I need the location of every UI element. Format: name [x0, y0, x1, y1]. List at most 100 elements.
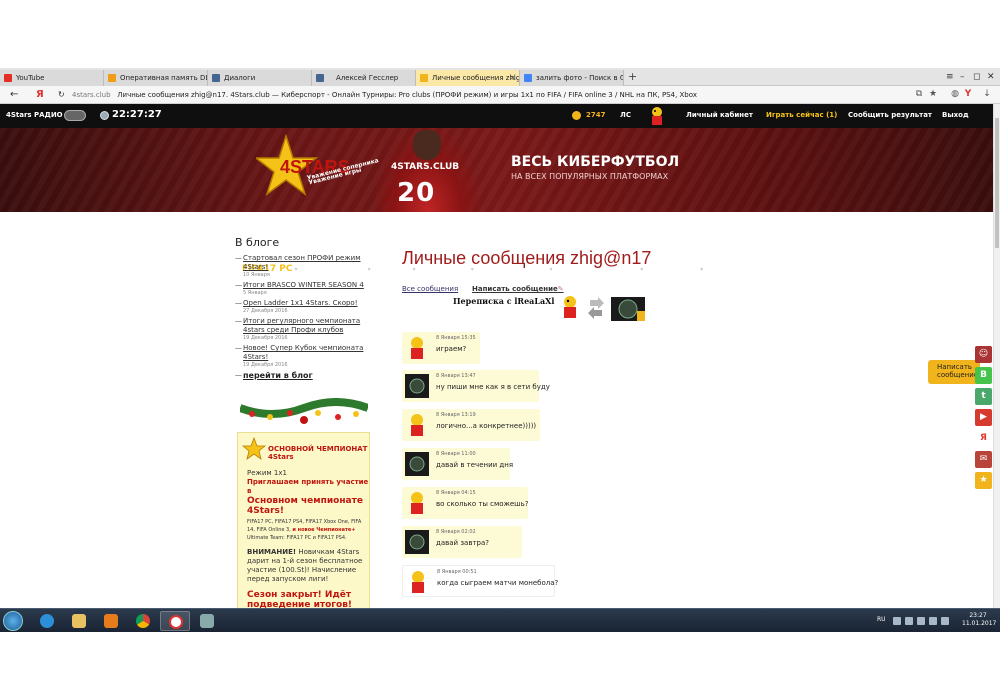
blog-post-link[interactable]: Итоги BRASCO WINTER SEASON 4 [243, 281, 365, 290]
new-tab-button[interactable]: + [628, 70, 637, 84]
message-time: 8 Января 02:02 [436, 529, 476, 535]
yandex-browser-icon[interactable]: Y [963, 89, 973, 99]
url-field[interactable]: 4stars.club Личные сообщения zhig@n17. 4… [72, 89, 697, 101]
folder-icon [72, 614, 86, 628]
go-to-blog-link[interactable]: перейти в блог [243, 371, 365, 380]
close-tab-icon[interactable]: × [509, 70, 516, 86]
reload-icon[interactable]: ↻ [58, 88, 65, 102]
radio-toggle[interactable] [64, 110, 86, 121]
bookmark-icon[interactable]: ★ [928, 89, 938, 99]
season-closed-text: Сезон закрыт! Идёт подведение итогов! [247, 590, 352, 610]
tab-label: Диалоги [224, 74, 256, 82]
tab-ram[interactable]: Оперативная память DDR3 [104, 70, 208, 86]
sender-avatar[interactable] [405, 373, 429, 399]
christmas-garland-image [240, 398, 368, 424]
taskbar-ie[interactable] [32, 611, 62, 631]
logout-link[interactable]: Выход [942, 111, 969, 119]
yandex-icon[interactable]: Я [36, 88, 44, 102]
maximize-icon[interactable]: ◻ [973, 70, 980, 84]
play-now-link[interactable]: Играть сейчас (1) [766, 111, 837, 119]
recipient-avatar[interactable] [611, 297, 645, 321]
cabinet-link[interactable]: Личный кабинет [686, 111, 753, 119]
sender-avatar[interactable] [405, 451, 429, 477]
menu-tournaments[interactable]: Турниры+ ▾ [645, 264, 703, 274]
tab-dialogs[interactable]: Диалоги [208, 70, 312, 86]
user-avatar[interactable] [647, 106, 667, 126]
minimize-icon[interactable]: – [960, 70, 965, 84]
platforms-text: FIFA17 PC, FIFA17 PS4, FIFA17 Xbox One, … [247, 519, 362, 541]
taskbar-yandex[interactable] [160, 611, 190, 631]
message-text: играем? [436, 345, 467, 353]
blog-post-date: 5 Января [243, 290, 267, 296]
tray-icon[interactable] [917, 617, 925, 625]
tab-label: Личные сообщения zhig [432, 74, 520, 82]
page-scrollbar[interactable] [993, 104, 1000, 632]
close-window-icon[interactable]: ✕ [987, 70, 995, 84]
volume-icon[interactable] [929, 617, 937, 625]
pm-link[interactable]: ЛС [620, 111, 631, 119]
menu-icon[interactable]: ≡ [946, 70, 954, 84]
youtube-favicon-icon [4, 74, 12, 82]
tray-icon[interactable] [893, 617, 901, 625]
invite-big-text[interactable]: Основном чемпионате 4Stars! [247, 496, 369, 516]
taskbar-app[interactable] [192, 611, 222, 631]
youtube-icon[interactable]: ▶ [975, 409, 992, 426]
blog-post-link[interactable]: Open Ladder 1x1 4Stars. Скоро! [243, 299, 365, 308]
invite-text: Приглашаем принять участие в [247, 478, 369, 495]
star-icon[interactable]: ★ [975, 472, 992, 489]
vk-icon[interactable]: В [975, 367, 992, 384]
screen: YouTube Оперативная память DDR3 Диалоги … [0, 68, 1000, 632]
site-top-bar: 4Stars РАДИО 22:27:27 2747 ЛС Личный каб… [0, 104, 993, 128]
vk-favicon-icon [316, 74, 324, 82]
system-clock[interactable]: 23:27 11.01.2017 [962, 612, 996, 628]
tab-google[interactable]: залить фото - Поиск в Goo [520, 70, 624, 86]
sender-avatar[interactable] [405, 335, 429, 361]
blog-post-date: 19 Декабря 2016 [243, 362, 288, 368]
globe-icon[interactable]: ◍ [950, 89, 960, 99]
tab-write-message[interactable]: Написать сообщение✎ [472, 285, 564, 293]
blog-post-link[interactable]: Стартовал сезон ПРОФИ режим 4Stars! [243, 254, 365, 272]
tray-icon[interactable] [905, 617, 913, 625]
thread-username[interactable]: lReaLaXl [514, 296, 554, 306]
download-icon[interactable]: ↓ [982, 89, 992, 99]
star-icon [242, 437, 266, 460]
tab-youtube[interactable]: YouTube [0, 70, 104, 86]
blog-post-link[interactable]: Новое! Супер Кубок чемпионата 4Stars! [243, 344, 365, 362]
taskbar-media[interactable] [96, 611, 126, 631]
message-item: 8 Января 04:15 во сколько ты сможешь? [402, 487, 528, 519]
ie-icon [40, 614, 54, 628]
yandex-browser-icon [169, 615, 183, 629]
report-result-link[interactable]: Сообщить результат [848, 111, 932, 119]
banner-headline: ВЕСЬ КИБЕРФУТБОЛ [511, 154, 680, 170]
message-text: давай в течении дня [436, 461, 514, 469]
blog-post-link[interactable]: Итоги регулярного чемпионата 4stars сред… [243, 317, 365, 335]
jersey-text: 4STARS.CLUB [391, 162, 460, 172]
network-icon[interactable] [941, 617, 949, 625]
yandex-icon[interactable]: Я [975, 430, 992, 447]
tab-messages-active[interactable]: Личные сообщения zhig × [416, 70, 520, 86]
back-icon[interactable]: ← [10, 88, 18, 102]
sender-avatar[interactable] [406, 569, 430, 595]
sender-avatar[interactable] [405, 412, 429, 438]
sender-avatar[interactable] [405, 529, 429, 555]
scrollbar-thumb[interactable] [995, 118, 999, 248]
taskbar-explorer[interactable] [64, 611, 94, 631]
translate-icon[interactable]: ⧉ [914, 89, 924, 99]
message-item: 8 Января 11:00 давай в течении дня [402, 448, 514, 480]
mail-icon[interactable]: ✉ [975, 451, 992, 468]
site-clock: 22:27:27 [112, 109, 162, 120]
write-message-side-button[interactable]: Написать сообщение [928, 360, 980, 384]
start-button[interactable] [3, 611, 23, 631]
language-indicator[interactable]: RU [877, 616, 886, 623]
my-avatar[interactable] [558, 294, 582, 320]
twitter-icon[interactable]: t [975, 388, 992, 405]
message-tabs: Все сообщения Написать сообщение✎ [402, 285, 564, 293]
message-text: логично...а конкретнее))))) [436, 422, 537, 430]
sender-avatar[interactable] [405, 490, 429, 516]
tab-user[interactable]: Алексей Гесслер [312, 70, 416, 86]
taskbar-chrome[interactable] [128, 611, 158, 631]
user-menu-icon[interactable]: ☺ [975, 346, 992, 363]
coin-icon [572, 111, 581, 120]
tab-all-messages[interactable]: Все сообщения [402, 285, 458, 293]
clock-icon [100, 111, 109, 120]
